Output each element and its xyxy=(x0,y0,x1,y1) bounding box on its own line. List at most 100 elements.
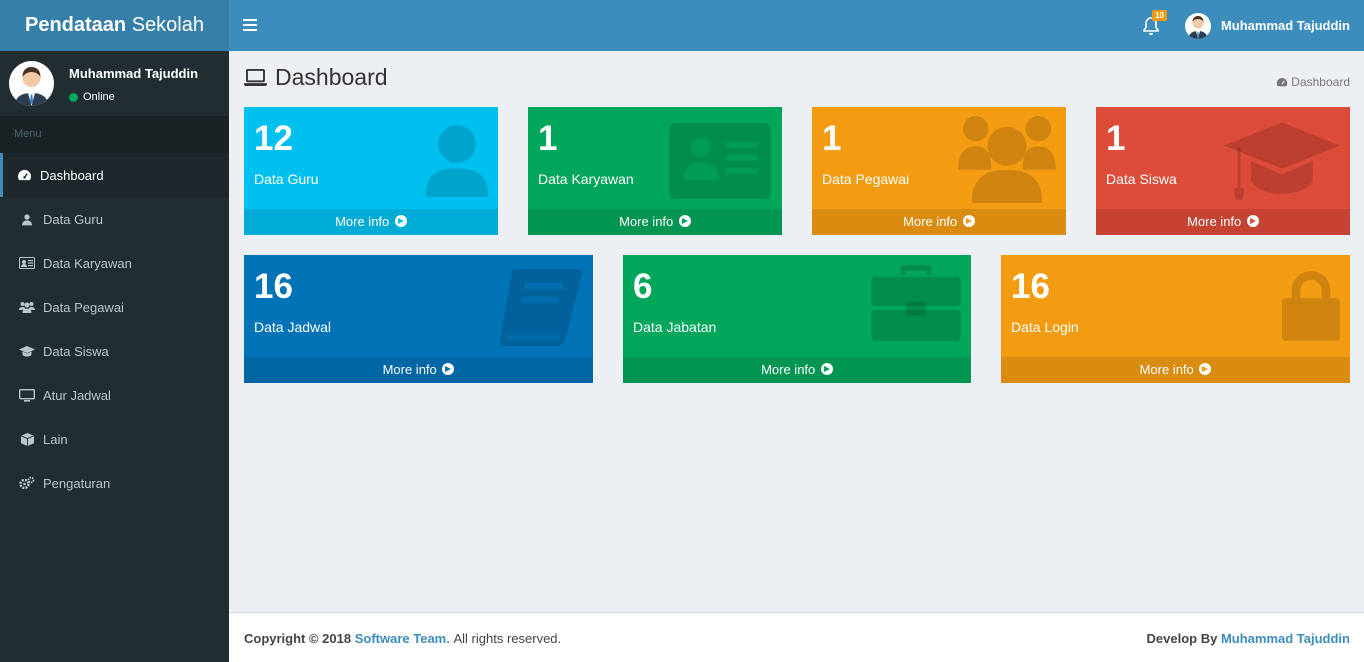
more-info-label: More info xyxy=(761,362,816,377)
small-box-data-jabatan: 6 Data Jabatan More info xyxy=(623,255,971,383)
more-info-link[interactable]: More info xyxy=(1096,209,1350,235)
sidebar-item-data-siswa[interactable]: Data Siswa xyxy=(0,329,229,373)
arrow-circle-right-icon xyxy=(394,215,407,227)
lock-icon xyxy=(1282,271,1340,341)
more-info-link[interactable]: More info xyxy=(244,209,498,235)
top-navbar: 10 Muhammad Tajuddin xyxy=(229,0,1364,51)
sidebar-item-label: Data Guru xyxy=(43,211,103,227)
user-icon xyxy=(19,212,35,226)
cogs-icon xyxy=(19,476,35,490)
small-box-data-siswa: 1 Data Siswa More info xyxy=(1096,107,1350,235)
sidebar-item-lain[interactable]: Lain xyxy=(0,417,229,461)
menu-header: Menu xyxy=(0,116,229,153)
small-box-data-jadwal: 16 Data Jadwal More info xyxy=(244,255,593,383)
book-icon xyxy=(499,269,583,347)
users-icon xyxy=(19,300,35,314)
small-box-data-karyawan: 1 Data Karyawan More info xyxy=(528,107,782,235)
more-info-label: More info xyxy=(335,214,390,229)
box-count: 6 xyxy=(633,267,653,306)
arrow-circle-right-icon xyxy=(678,215,691,227)
sidebar: Muhammad Tajuddin Online Menu Dashboard … xyxy=(0,51,229,662)
more-info-label: More info xyxy=(903,214,958,229)
box-count: 16 xyxy=(254,267,293,306)
box-label: Data Pegawai xyxy=(822,171,910,187)
small-box-data-guru: 12 Data Guru More info xyxy=(244,107,498,235)
arrow-circle-right-icon xyxy=(820,363,833,375)
developer-credit: Develop By Muhammad Tajuddin xyxy=(1147,631,1350,646)
graduation-cap-icon xyxy=(19,344,35,358)
notification-badge: 10 xyxy=(1152,10,1167,21)
avatar xyxy=(9,61,54,106)
box-count: 1 xyxy=(538,119,558,158)
users-icon xyxy=(958,115,1056,203)
arrow-circle-right-icon xyxy=(962,215,975,227)
footer: Copyright © 2018 Software Team. All righ… xyxy=(229,612,1364,662)
avatar xyxy=(1184,12,1211,39)
sidebar-toggle-button[interactable] xyxy=(243,16,257,36)
cube-icon xyxy=(19,432,35,446)
more-info-label: More info xyxy=(1187,214,1242,229)
sidebar-item-label: Lain xyxy=(43,431,68,447)
more-info-link[interactable]: More info xyxy=(1001,357,1350,383)
developer-link[interactable]: Muhammad Tajuddin xyxy=(1221,631,1350,646)
sidebar-item-label: Atur Jadwal xyxy=(43,387,111,403)
brand-rest: Sekolah xyxy=(126,14,204,36)
more-info-label: More info xyxy=(619,214,674,229)
sidebar-item-label: Dashboard xyxy=(40,167,104,183)
breadcrumb[interactable]: Dashboard xyxy=(1276,75,1350,89)
sidebar-item-data-pegawai[interactable]: Data Pegawai xyxy=(0,285,229,329)
user-panel: Muhammad Tajuddin Online xyxy=(0,51,229,116)
small-box-data-login: 16 Data Login More info xyxy=(1001,255,1350,383)
sidebar-item-label: Pengaturan xyxy=(43,475,111,491)
sidebar-item-label: Data Pegawai xyxy=(43,299,124,315)
sidebar-item-pengaturan[interactable]: Pengaturan xyxy=(0,461,229,505)
user-icon xyxy=(425,125,489,197)
page-title-text: Dashboard xyxy=(275,64,388,90)
more-info-link[interactable]: More info xyxy=(623,357,971,383)
box-count: 1 xyxy=(822,119,842,158)
sidebar-item-label: Data Siswa xyxy=(43,343,109,359)
box-label: Data Siswa xyxy=(1106,171,1177,187)
online-dot-icon xyxy=(69,92,78,102)
box-label: Data Login xyxy=(1011,319,1079,335)
box-label: Data Karyawan xyxy=(538,171,634,187)
id-card-icon xyxy=(19,256,35,270)
sidebar-item-label: Data Karyawan xyxy=(43,255,132,271)
status-indicator: Online xyxy=(69,91,115,103)
box-count: 1 xyxy=(1106,119,1126,158)
arrow-circle-right-icon xyxy=(442,363,455,375)
more-info-link[interactable]: More info xyxy=(244,357,593,383)
app-logo[interactable]: Pendataan Sekolah xyxy=(0,0,229,51)
rights-text: All rights reserved. xyxy=(453,631,562,646)
more-info-link[interactable]: More info xyxy=(812,209,1066,235)
laptop-icon xyxy=(244,69,267,86)
desktop-icon xyxy=(19,388,35,402)
sidebar-item-dashboard[interactable]: Dashboard xyxy=(0,153,229,197)
copyright-text: Copyright © 2018 Software Team. All righ… xyxy=(244,631,561,646)
develop-by-label: Develop By xyxy=(1146,631,1218,646)
box-label: Data Jabatan xyxy=(633,319,717,335)
arrow-circle-right-icon xyxy=(1199,363,1212,375)
team-link[interactable]: Software Team. xyxy=(355,631,450,646)
small-box-data-pegawai: 1 Data Pegawai More info xyxy=(812,107,1066,235)
status-text: Online xyxy=(83,91,115,103)
nav-user-name: Muhammad Tajuddin xyxy=(1220,18,1350,33)
sidebar-user-name: Muhammad Tajuddin xyxy=(69,66,199,81)
more-info-label: More info xyxy=(382,362,437,377)
sidebar-item-atur-jadwal[interactable]: Atur Jadwal xyxy=(0,373,229,417)
sidebar-item-data-guru[interactable]: Data Guru xyxy=(0,197,229,241)
arrow-circle-right-icon xyxy=(1246,215,1259,227)
id-card-icon xyxy=(669,123,771,199)
briefcase-icon xyxy=(871,265,961,341)
dashboard-icon xyxy=(1277,77,1288,86)
graduation-cap-icon xyxy=(1224,122,1340,200)
box-label: Data Guru xyxy=(254,171,319,187)
sidebar-item-data-karyawan[interactable]: Data Karyawan xyxy=(0,241,229,285)
copyright-label: Copyright © 2018 xyxy=(244,631,352,646)
dashboard-icon xyxy=(16,168,32,182)
more-info-label: More info xyxy=(1139,362,1194,377)
brand-bold: Pendataan xyxy=(25,14,127,36)
more-info-link[interactable]: More info xyxy=(528,209,782,235)
breadcrumb-item: Dashboard xyxy=(1291,75,1350,89)
user-menu[interactable]: Muhammad Tajuddin xyxy=(1184,0,1350,51)
